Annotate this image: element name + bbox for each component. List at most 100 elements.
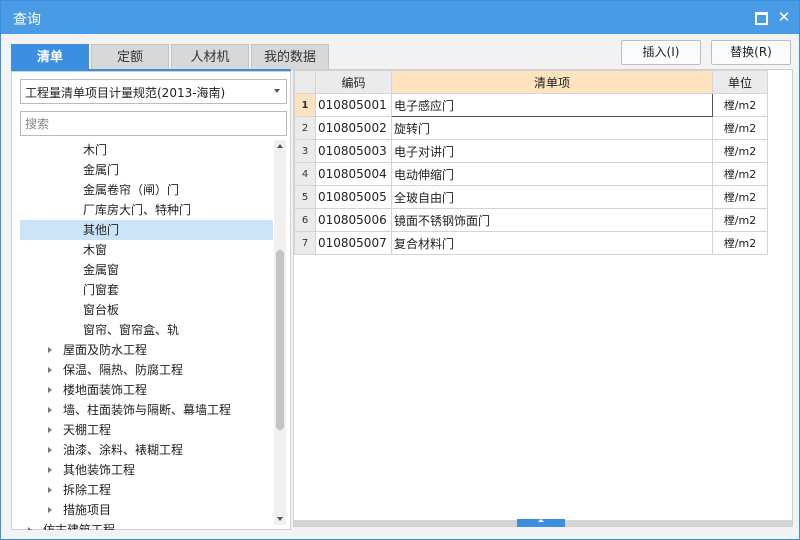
tree-item-label: 其他装饰工程 [63, 463, 136, 477]
category-tree: 木门金属门金属卷帘（闸）门厂库房大门、特种门其他门木窗金属窗门窗套窗台板窗帘、窗… [20, 140, 273, 530]
tree-item-label: 木门 [83, 143, 108, 157]
category-panel: 工程量清单项目计量规范(2013-海南) 木门金属门金属卷帘（闸）门厂库房大门、… [11, 71, 291, 530]
unit-cell: 樘/m2 [712, 231, 768, 255]
tab-my-data[interactable]: 我的数据 [251, 44, 329, 70]
item-cell: 电子对讲门 [391, 139, 713, 163]
column-header-code[interactable]: 编码 [315, 70, 392, 94]
tree-item[interactable]: 拆除工程 [20, 480, 273, 500]
row-number: 5 [294, 185, 316, 209]
chevron-right-icon[interactable] [48, 407, 52, 413]
tab-bill-items[interactable]: 清单 [11, 44, 89, 70]
item-cell: 电子感应门 [391, 93, 713, 117]
tree-item-label: 墙、柱面装饰与隔断、幕墙工程 [63, 403, 232, 417]
replace-button[interactable]: 替换(R) [711, 40, 791, 65]
tree-item-label: 天棚工程 [63, 423, 112, 437]
scrollbar-thumb[interactable] [276, 250, 284, 430]
column-header-item[interactable]: 清单项 [391, 70, 713, 94]
tree-item[interactable]: 措施项目 [20, 500, 273, 520]
unit-cell: 樘/m2 [712, 139, 768, 163]
tree-item[interactable]: 保温、隔热、防腐工程 [20, 360, 273, 380]
tree-item[interactable]: 窗帘、窗帘盒、轨 [20, 320, 273, 340]
table-row[interactable]: 7 010805007 复合材料门 樘/m2 [294, 231, 768, 255]
tree-item[interactable]: 门窗套 [20, 280, 273, 300]
tree-item[interactable]: 油漆、涂料、裱糊工程 [20, 440, 273, 460]
row-number: 2 [294, 116, 316, 140]
chevron-right-icon[interactable] [28, 527, 32, 530]
code-cell: 010805001 [315, 93, 392, 117]
column-header-unit[interactable]: 单位 [712, 70, 768, 94]
tree-item-label: 屋面及防水工程 [63, 343, 148, 357]
tree-item-label: 金属卷帘（闸）门 [83, 183, 180, 197]
tree-item[interactable]: 木窗 [20, 240, 273, 260]
table-header-row: 编码 清单项 单位 [294, 70, 768, 94]
splitter-handle-icon[interactable] [517, 519, 565, 527]
chevron-right-icon[interactable] [48, 447, 52, 453]
code-cell: 010805006 [315, 208, 392, 232]
window-title: 查询 [13, 12, 41, 28]
tree-item[interactable]: 屋面及防水工程 [20, 340, 273, 360]
chevron-right-icon[interactable] [48, 367, 52, 373]
chevron-right-icon[interactable] [48, 427, 52, 433]
tab-labor-materials[interactable]: 人材机 [171, 44, 249, 70]
table-row[interactable]: 6 010805006 镜面不锈钢饰面门 樘/m2 [294, 208, 768, 232]
insert-button[interactable]: 插入(I) [621, 40, 701, 65]
results-table-body: 1 010805001 电子感应门 樘/m2 2 010805002 旋转门 樘/m2 3 010… [294, 93, 768, 255]
row-number: 4 [294, 162, 316, 186]
table-row[interactable]: 5 010805005 全玻自由门 樘/m2 [294, 185, 768, 209]
tree-item[interactable]: 金属卷帘（闸）门 [20, 180, 273, 200]
table-row[interactable]: 4 010805004 电动伸缩门 樘/m2 [294, 162, 768, 186]
maximize-icon[interactable] [753, 10, 768, 25]
row-number-header [294, 70, 316, 94]
code-cell: 010805004 [315, 162, 392, 186]
standard-select[interactable]: 工程量清单项目计量规范(2013-海南) [20, 79, 287, 104]
search-input[interactable] [20, 111, 287, 136]
tree-item[interactable]: 厂库房大门、特种门 [20, 200, 273, 220]
unit-cell: 樘/m2 [712, 185, 768, 209]
tree-item[interactable]: 木门 [20, 140, 273, 160]
query-dialog: 查询 ✕ 清单 定额 人材机 我的数据 插入(I) 替换(R) 工程量清单项目计… [0, 0, 800, 540]
tree-item-label: 木窗 [83, 243, 108, 257]
horizontal-scrollbar[interactable] [294, 519, 792, 527]
scroll-up-icon[interactable] [277, 144, 283, 148]
tree-item-label: 窗帘、窗帘盒、轨 [83, 323, 180, 337]
close-icon[interactable]: ✕ [777, 10, 791, 25]
title-bar[interactable]: 查询 ✕ [1, 1, 799, 34]
tree-item[interactable]: 金属窗 [20, 260, 273, 280]
tree-item[interactable]: 天棚工程 [20, 420, 273, 440]
chevron-right-icon[interactable] [48, 387, 52, 393]
chevron-right-icon[interactable] [48, 467, 52, 473]
unit-cell: 樘/m2 [712, 162, 768, 186]
item-cell: 全玻自由门 [391, 185, 713, 209]
tree-item[interactable]: 窗台板 [20, 300, 273, 320]
row-number: 7 [294, 231, 316, 255]
tree-item[interactable]: 墙、柱面装饰与隔断、幕墙工程 [20, 400, 273, 420]
tree-item-label: 油漆、涂料、裱糊工程 [63, 443, 184, 457]
row-number: 1 [294, 93, 316, 117]
table-row[interactable]: 2 010805002 旋转门 樘/m2 [294, 116, 768, 140]
row-number: 3 [294, 139, 316, 163]
tree-item[interactable]: 金属门 [20, 160, 273, 180]
tab-quota[interactable]: 定额 [91, 44, 169, 70]
results-table: 编码 清单项 单位 1 010805001 电子感应门 樘/m2 2 010805002 旋… [294, 70, 768, 255]
tree-item-label: 楼地面装饰工程 [63, 383, 148, 397]
table-row[interactable]: 3 010805003 电子对讲门 樘/m2 [294, 139, 768, 163]
tree-item-label: 窗台板 [83, 303, 120, 317]
table-row[interactable]: 1 010805001 电子感应门 樘/m2 [294, 93, 768, 117]
chevron-right-icon[interactable] [48, 487, 52, 493]
tree-item[interactable]: 其他门 [20, 220, 273, 240]
chevron-right-icon[interactable] [48, 347, 52, 353]
scroll-down-icon[interactable] [277, 517, 283, 521]
item-cell: 电动伸缩门 [391, 162, 713, 186]
row-number: 6 [294, 208, 316, 232]
tree-scrollbar[interactable] [274, 140, 286, 525]
code-cell: 010805005 [315, 185, 392, 209]
tree-item-label: 其他门 [83, 223, 120, 237]
tree-item-label: 门窗套 [83, 283, 120, 297]
chevron-right-icon[interactable] [48, 507, 52, 513]
tree-item-label: 保温、隔热、防腐工程 [63, 363, 184, 377]
tree-item[interactable]: 其他装饰工程 [20, 460, 273, 480]
tree-item[interactable]: 楼地面装饰工程 [20, 380, 273, 400]
unit-cell: 樘/m2 [712, 116, 768, 140]
tree-item[interactable]: 仿古建筑工程 [20, 520, 273, 530]
chevron-down-icon[interactable] [274, 89, 280, 93]
